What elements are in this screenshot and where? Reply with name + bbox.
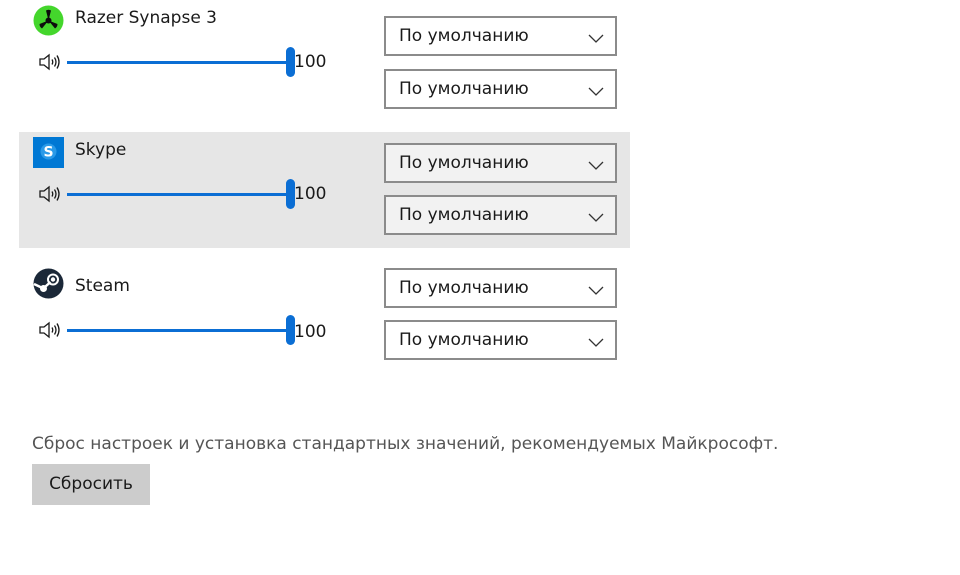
skype-logo-icon: S — [33, 137, 64, 168]
output-device-dropdown[interactable]: По умолчанию — [384, 143, 617, 183]
volume-slider[interactable] — [67, 179, 297, 209]
dropdown-selected-value: По умолчанию — [399, 79, 529, 99]
volume-value: 100 — [294, 322, 327, 342]
volume-value: 100 — [294, 52, 327, 72]
dropdown-selected-value: По умолчанию — [399, 153, 529, 173]
app-name: Razer Synapse 3 — [75, 8, 218, 28]
reset-description: Сброс настроек и установка стандартных з… — [32, 434, 779, 454]
chevron-down-icon — [588, 156, 604, 170]
speaker-icon[interactable] — [38, 184, 62, 204]
volume-slider-track — [67, 193, 289, 196]
chevron-down-icon — [588, 29, 604, 43]
chevron-down-icon — [588, 208, 604, 222]
app-row-steam: Steam 100 По умолчанию По умолчанию — [19, 252, 630, 368]
steam-logo-icon — [33, 268, 64, 299]
app-row-skype: S Skype 100 По умолчанию По умолчанию — [19, 132, 630, 248]
app-name: Steam — [75, 276, 130, 296]
volume-slider-track — [67, 329, 289, 332]
chevron-down-icon — [588, 333, 604, 347]
volume-slider[interactable] — [67, 47, 297, 77]
chevron-down-icon — [588, 82, 604, 96]
app-row-razer-synapse: Razer Synapse 3 100 По умолчанию По умол… — [19, 0, 630, 116]
chevron-down-icon — [588, 281, 604, 295]
input-device-dropdown[interactable]: По умолчанию — [384, 69, 617, 109]
app-name: Skype — [75, 140, 127, 160]
input-device-dropdown[interactable]: По умолчанию — [384, 320, 617, 360]
volume-slider[interactable] — [67, 315, 297, 345]
razer-logo-icon — [33, 5, 64, 36]
dropdown-selected-value: По умолчанию — [399, 278, 529, 298]
speaker-icon[interactable] — [38, 52, 62, 72]
output-device-dropdown[interactable]: По умолчанию — [384, 16, 617, 56]
svg-text:S: S — [43, 145, 53, 161]
reset-button[interactable]: Сбросить — [32, 464, 150, 505]
volume-value: 100 — [294, 184, 327, 204]
dropdown-selected-value: По умолчанию — [399, 330, 529, 350]
dropdown-selected-value: По умолчанию — [399, 205, 529, 225]
output-device-dropdown[interactable]: По умолчанию — [384, 268, 617, 308]
input-device-dropdown[interactable]: По умолчанию — [384, 195, 617, 235]
speaker-icon[interactable] — [38, 320, 62, 340]
dropdown-selected-value: По умолчанию — [399, 26, 529, 46]
volume-slider-track — [67, 61, 289, 64]
